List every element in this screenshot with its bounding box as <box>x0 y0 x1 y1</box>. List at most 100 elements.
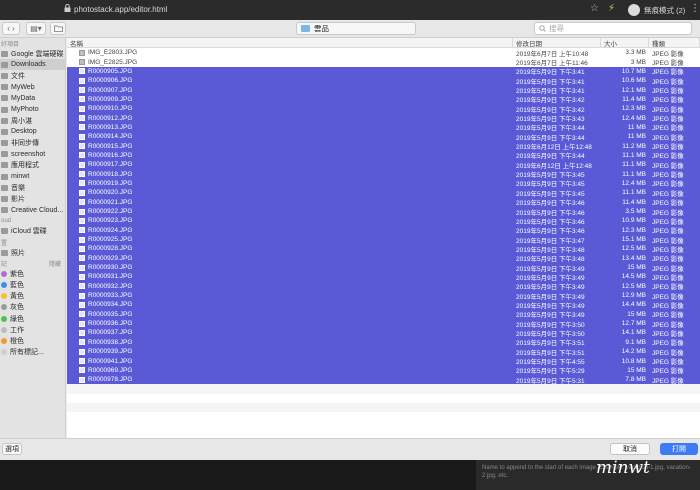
address-bar[interactable]: photostack.app/editor.html <box>74 5 167 14</box>
file-row[interactable]: R0000907.JPG 2019年5月9日 下午3:41 12.1 MB JPEG … <box>67 85 700 95</box>
file-row[interactable]: R0000918.JPG 2019年5月9日 下午3:45 11.1 MB JPEG … <box>67 169 700 179</box>
image-file-icon <box>79 301 85 308</box>
file-row[interactable]: R0000932.JPG 2019年5月9日 下午3:49 12.5 MB JPEG … <box>67 281 700 291</box>
sidebar-tag[interactable]: 黃色 <box>0 291 65 302</box>
file-row[interactable]: R0000978.JPG 2019年5月9日 下午5:31 7.8 MB JPEG 影… <box>67 375 700 385</box>
file-row[interactable]: R0000919.JPG 2019年5月9日 下午3:45 12.4 MB JPEG … <box>67 178 700 189</box>
hint-text: Name to append to the start of each imag… <box>476 460 700 490</box>
view-mode-button[interactable]: ▤▾ <box>26 22 46 35</box>
file-row[interactable]: R0000934.JPG 2019年5月9日 下午3:49 14.4 MB JPEG … <box>67 300 700 310</box>
file-size: 11.2 MB <box>622 142 646 150</box>
sidebar-item[interactable]: 周小湛 <box>0 115 65 126</box>
image-file-icon <box>79 367 85 374</box>
file-row[interactable]: R0000938.JPG 2019年5月9日 下午3:51 9.1 MB JPEG 影… <box>67 337 700 347</box>
file-row[interactable]: IMG_E2803.JPG 2019年6月7日 上午10:48 3.3 MB JPEG… <box>67 48 700 57</box>
tags-hide-button[interactable]: 隱藏 <box>49 259 61 268</box>
sidebar-item[interactable]: 文件 <box>0 70 65 81</box>
folder-path-select[interactable]: 雲品 <box>296 22 416 35</box>
sidebar-tag[interactable]: 綠色 <box>0 313 65 324</box>
folder-icon <box>1 207 8 214</box>
sidebar-item[interactable]: 音樂 <box>0 182 65 193</box>
file-row[interactable]: R0000929.JPG 2019年5月9日 下午3:48 13.4 MB JPEG … <box>67 253 700 263</box>
search-input[interactable]: 搜尋 <box>534 22 692 35</box>
file-row[interactable]: R0000915.JPG 2019年6月12日 上午12:48 11.2 MB JPE… <box>67 141 700 151</box>
file-row[interactable]: R0000921.JPG 2019年5月9日 下午3:46 11.4 MB JPEG … <box>67 197 700 207</box>
folder-icon <box>1 173 8 180</box>
file-row[interactable]: R0000922.JPG 2019年5月9日 下午3:46 3.5 MB JPEG 影… <box>67 206 700 217</box>
sidebar-tag[interactable]: 灰色 <box>0 302 65 313</box>
column-date[interactable]: 修改日期 <box>513 38 601 48</box>
sidebar-item[interactable]: 非同步傳 <box>0 138 65 149</box>
new-folder-button[interactable] <box>50 22 66 35</box>
file-row[interactable]: IMG_E2825.JPG 2019年6月7日 上午11:46 3 MB JPEG 影… <box>67 57 700 67</box>
file-row[interactable]: R0000941.JPG 2019年5月9日 下午4:55 10.8 MB JPEG … <box>67 356 700 366</box>
column-name[interactable]: 名稱 <box>67 38 513 48</box>
file-row[interactable]: R0000917.JPG 2019年6月12日 上午12:48 11.1 MB JPE… <box>67 160 700 170</box>
sidebar-item[interactable]: minwt <box>0 171 65 182</box>
extension-icon[interactable]: ⚡ <box>608 3 615 14</box>
image-file-icon <box>79 49 85 56</box>
sidebar-item[interactable]: MyData <box>0 93 65 104</box>
sidebar-item[interactable]: 照片 <box>0 247 65 258</box>
file-row[interactable]: R0000937.JPG 2019年5月9日 下午3:50 14.1 MB JPEG … <box>67 328 700 338</box>
file-row[interactable]: R0000935.JPG 2019年5月9日 下午3:49 15 MB JPEG 影像 <box>67 309 700 319</box>
file-row[interactable]: R0000923.JPG 2019年5月9日 下午3:46 10.9 MB JPEG … <box>67 216 700 226</box>
file-kind: JPEG 影像 <box>652 246 684 254</box>
file-size: 10.8 MB <box>621 357 646 365</box>
star-icon[interactable]: ☆ <box>590 3 599 14</box>
cancel-button[interactable]: 取消 <box>610 443 650 455</box>
file-kind: JPEG 影像 <box>652 218 684 226</box>
sidebar-tag[interactable]: 紫色 <box>0 268 65 279</box>
file-kind: JPEG 影像 <box>652 190 684 198</box>
sidebar-item[interactable]: Google 雲端硬碟 <box>0 48 65 59</box>
file-row[interactable]: R0000939.JPG 2019年5月9日 下午3:51 14.2 MB JPEG … <box>67 347 700 357</box>
file-row[interactable]: R0000928.JPG 2019年5月9日 下午3:48 12.5 MB JPEG … <box>67 244 700 254</box>
file-row[interactable]: R0000969.JPG 2019年5月9日 下午5:29 15 MB JPEG 影像 <box>67 365 700 376</box>
file-row[interactable]: R0000905.JPG 2019年5月9日 下午3:41 10.7 MB JPEG … <box>67 66 700 77</box>
file-row[interactable]: R0000913.JPG 2019年5月9日 下午3:44 11 MB JPEG 影像 <box>67 122 700 133</box>
sidebar-item[interactable]: MyPhoto <box>0 104 65 115</box>
file-row[interactable]: R0000936.JPG 2019年5月9日 下午3:50 12.7 MB JPEG … <box>67 318 700 329</box>
sidebar-item[interactable]: 影片 <box>0 193 65 204</box>
file-row[interactable]: R0000933.JPG 2019年5月9日 下午3:49 12.9 MB JPEG … <box>67 290 700 301</box>
back-forward-button[interactable]: ‹ › <box>2 22 20 35</box>
file-row[interactable]: R0000924.JPG 2019年5月9日 下午3:46 12.3 MB JPEG … <box>67 225 700 235</box>
file-name-cell: R0000909.JPG <box>67 95 513 104</box>
sidebar-tag[interactable]: 所有標記... <box>0 347 65 358</box>
file-size: 12.1 MB <box>621 86 646 94</box>
sidebar-item[interactable]: screenshot <box>0 149 65 160</box>
folder-icon <box>301 25 310 32</box>
file-size: 12.7 MB <box>621 320 646 328</box>
sidebar-item[interactable]: Desktop <box>0 126 65 137</box>
column-size[interactable]: 大小 <box>601 38 649 48</box>
sidebar-tag[interactable]: 橙色 <box>0 335 65 346</box>
file-kind: JPEG 影像 <box>652 284 684 291</box>
file-row[interactable]: R0000906.JPG 2019年5月9日 下午3:41 10.6 MB JPEG … <box>67 76 700 86</box>
sidebar-item-label: 影片 <box>11 196 25 204</box>
sidebar-item[interactable]: iCloud 雲碟 <box>0 226 65 237</box>
image-file-icon <box>79 208 85 215</box>
file-size: 15 MB <box>627 264 646 272</box>
options-button[interactable]: 選項 <box>2 443 22 455</box>
file-row[interactable]: R0000931.JPG 2019年5月9日 下午3:49 14.5 MB JPEG … <box>67 272 700 282</box>
sidebar-item[interactable]: Creative Cloud... <box>0 205 65 216</box>
profile-button[interactable]: 無痕模式 (2) <box>628 3 685 17</box>
file-row[interactable]: R0000930.JPG 2019年5月9日 下午3:49 15 MB JPEG 影像 <box>67 262 700 273</box>
sidebar-item[interactable]: Downloads <box>0 59 65 71</box>
file-row[interactable]: R0000914.JPG 2019年5月9日 下午3:44 11 MB JPEG 影像 <box>67 132 700 142</box>
sidebar-tag[interactable]: 工作 <box>0 324 65 335</box>
file-row[interactable]: R0000910.JPG 2019年5月9日 下午3:42 12.3 MB JPEG … <box>67 104 700 114</box>
file-row[interactable]: R0000920.JPG 2019年5月9日 下午3:45 11.1 MB JPEG … <box>67 188 700 198</box>
file-row[interactable]: R0000925.JPG 2019年5月9日 下午3:47 15.1 MB JPEG … <box>67 234 700 245</box>
open-button[interactable]: 打開 <box>660 443 698 455</box>
column-kind[interactable]: 種類 <box>649 38 700 48</box>
sidebar-item[interactable]: MyWeb <box>0 82 65 93</box>
file-kind: JPEG 影像 <box>652 97 684 105</box>
file-size: 12.5 MB <box>621 282 646 290</box>
sidebar-tag[interactable]: 藍色 <box>0 279 65 290</box>
more-menu-icon[interactable]: ⋮ <box>690 3 700 14</box>
file-row[interactable]: R0000909.JPG 2019年5月9日 下午3:42 11.4 MB JPEG … <box>67 94 700 105</box>
sidebar-item[interactable]: 應用程式 <box>0 160 65 171</box>
file-row[interactable]: R0000912.JPG 2019年5月9日 下午3:43 12.4 MB JPEG … <box>67 113 700 123</box>
file-row[interactable]: R0000916.JPG 2019年5月9日 下午3:44 11.1 MB JPEG … <box>67 150 700 161</box>
